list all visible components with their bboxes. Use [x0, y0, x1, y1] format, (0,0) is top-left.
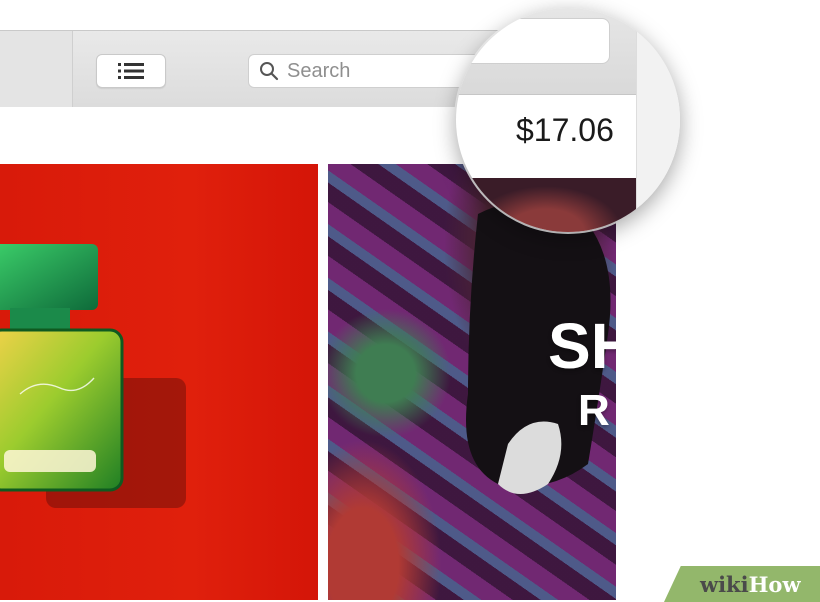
perfume-bottle-image [0, 244, 186, 508]
toolbar-left-segment [0, 31, 73, 107]
store-window: SH R $17.06 wikiHow [0, 0, 820, 602]
watermark-wiki: wiki [700, 572, 749, 597]
magnified-window-edge [636, 8, 680, 232]
search-icon [260, 62, 279, 81]
magnified-photo-strip [456, 178, 636, 232]
watermark-how: How [748, 572, 801, 597]
product-tile-perfume[interactable] [0, 164, 318, 600]
wikihow-watermark: wikiHow [700, 572, 801, 597]
album-title-line-1: SH [548, 310, 616, 382]
list-icon [118, 63, 144, 79]
list-view-button[interactable] [96, 54, 166, 88]
account-balance-price: $17.06 [516, 112, 614, 148]
price-magnifier: $17.06 [456, 8, 680, 232]
magnified-search-field [456, 18, 610, 64]
album-title-line-2: R [578, 386, 610, 435]
